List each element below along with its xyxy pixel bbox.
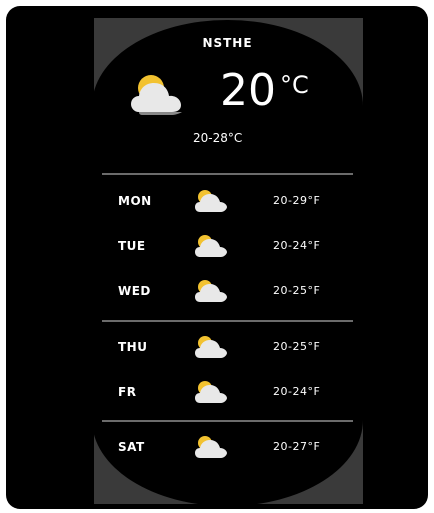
forecast-day: WED xyxy=(118,284,151,298)
current-temperature: 20 xyxy=(220,65,276,116)
forecast-row-mon: MON 20-29°F xyxy=(92,187,363,217)
temperature-unit: °C xyxy=(280,71,309,99)
weather-screen: NSTHE 20 °C 20-28°C MON 20-29°F TUE 20-2… xyxy=(6,6,428,509)
partly-cloudy-icon xyxy=(131,75,182,115)
forecast-row-thu: THU 20-25°F xyxy=(92,333,363,363)
forecast-range: 20-24°F xyxy=(273,239,321,252)
forecast-day: FR xyxy=(118,385,137,399)
forecast-day: SAT xyxy=(118,440,145,454)
partly-cloudy-icon xyxy=(195,436,227,458)
current-range: 20-28°C xyxy=(193,131,243,145)
forecast-day: MON xyxy=(118,194,152,208)
forecast-range: 20-25°F xyxy=(273,340,321,353)
forecast-day: THU xyxy=(118,340,148,354)
forecast-row-sat: SAT 20-27°F xyxy=(92,433,363,463)
divider xyxy=(102,420,353,422)
partly-cloudy-icon xyxy=(195,336,227,358)
forecast-range: 20-29°F xyxy=(273,194,321,207)
partly-cloudy-icon xyxy=(195,381,227,403)
partly-cloudy-icon xyxy=(195,190,227,212)
forecast-row-wed: WED 20-25°F xyxy=(92,277,363,307)
forecast-day: TUE xyxy=(118,239,146,253)
widget-title: NSTHE xyxy=(202,36,253,50)
partly-cloudy-icon xyxy=(195,280,227,302)
partly-cloudy-icon xyxy=(195,235,227,257)
forecast-range: 20-27°F xyxy=(273,440,321,453)
forecast-row-tue: TUE 20-24°F xyxy=(92,232,363,262)
weather-widget: NSTHE 20 °C 20-28°C MON 20-29°F TUE 20-2… xyxy=(92,20,363,506)
forecast-row-fri: FR 20-24°F xyxy=(92,378,363,408)
divider xyxy=(102,173,353,175)
forecast-range: 20-25°F xyxy=(273,284,321,297)
forecast-range: 20-24°F xyxy=(273,385,321,398)
divider xyxy=(102,320,353,322)
